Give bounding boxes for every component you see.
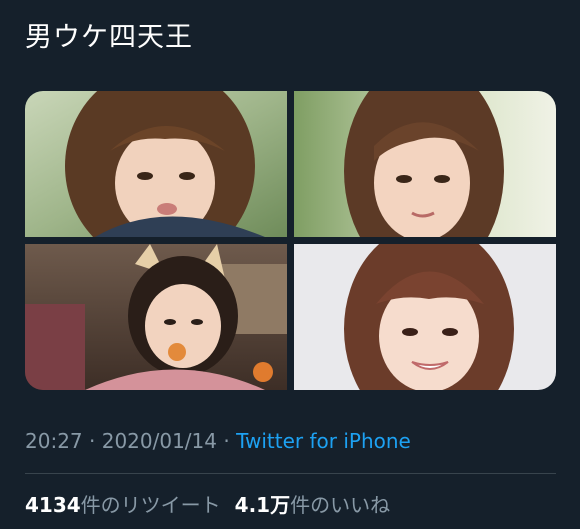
tweet-meta: 20:27 · 2020/01/14 · Twitter for iPhone bbox=[25, 426, 411, 456]
meta-separator: · bbox=[217, 429, 237, 453]
tweet-text: 男ウケ四天王 bbox=[25, 22, 193, 53]
media-grid bbox=[25, 91, 556, 390]
likes-stat[interactable]: 4.1万件のいいね bbox=[235, 493, 390, 517]
meta-separator: · bbox=[82, 429, 102, 453]
photo-image bbox=[25, 244, 287, 390]
media-photo-3[interactable] bbox=[25, 244, 287, 390]
retweets-label: 件のリツイート bbox=[80, 493, 221, 517]
photo-image bbox=[294, 244, 556, 390]
likes-label: 件のいいね bbox=[290, 493, 391, 517]
tweet-date[interactable]: 2020/01/14 bbox=[102, 429, 217, 453]
tweet-stats: 4134件のリツイート 4.1万件のいいね bbox=[25, 491, 390, 519]
retweets-stat[interactable]: 4134件のリツイート bbox=[25, 493, 221, 517]
media-photo-2[interactable] bbox=[294, 91, 556, 237]
tweet-time: 20:27 bbox=[25, 429, 83, 453]
divider bbox=[25, 473, 556, 474]
media-photo-4[interactable] bbox=[294, 244, 556, 390]
photo-image bbox=[294, 91, 556, 237]
media-photo-1[interactable] bbox=[25, 91, 287, 237]
tweet-source-link[interactable]: Twitter for iPhone bbox=[236, 429, 411, 453]
tweet-detail: 男ウケ四天王 20:27 · 2020/01/14 · Twitter for … bbox=[0, 0, 580, 529]
likes-count: 4.1万 bbox=[234, 493, 291, 517]
retweets-count: 4134 bbox=[25, 493, 81, 517]
photo-image bbox=[25, 91, 287, 237]
